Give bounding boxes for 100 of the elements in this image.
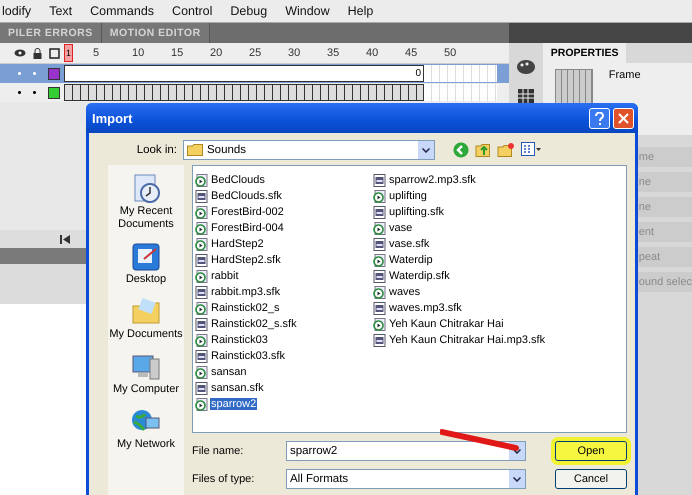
frame-number: 20	[210, 47, 224, 59]
file-type-label: Files of type:	[192, 473, 256, 485]
frame-number: 45	[405, 47, 418, 59]
file-item[interactable]: rabbit	[195, 268, 373, 284]
playhead[interactable]: 1	[64, 44, 73, 62]
file-item[interactable]: BedClouds.sfk	[195, 188, 373, 204]
menu-item[interactable]: lodify	[2, 4, 32, 18]
menu-item[interactable]: Text	[49, 4, 72, 18]
file-item[interactable]: vase	[373, 220, 551, 236]
menu-item[interactable]: Window	[285, 4, 330, 18]
place-shortcut[interactable]: My Documents	[109, 296, 183, 341]
lock-icon[interactable]	[33, 48, 42, 58]
audio-file-icon	[373, 190, 386, 202]
properties-tab[interactable]: PROPERTIES	[542, 43, 626, 63]
outline-icon[interactable]	[49, 48, 60, 58]
folder-icon	[187, 144, 203, 156]
chevron-down-icon	[422, 148, 430, 152]
audio-file-icon	[195, 366, 208, 378]
new-folder-icon[interactable]	[497, 142, 515, 158]
document-icon	[373, 302, 386, 314]
file-item[interactable]: sansan.sfk	[195, 380, 373, 396]
file-item[interactable]: vase.sfk	[373, 236, 551, 252]
menu-item[interactable]: Debug	[230, 4, 268, 18]
audio-file-icon	[195, 334, 208, 346]
file-item[interactable]: sparrow2.mp3.sfk	[373, 172, 551, 188]
menu-item[interactable]: Control	[172, 4, 212, 18]
frame-span: 0	[64, 65, 424, 82]
file-item[interactable]: waves	[373, 284, 551, 300]
place-shortcut[interactable]: My Network	[116, 406, 176, 451]
place-shortcut[interactable]: My Computer	[112, 351, 180, 396]
file-item[interactable]: Rainstick02_s.sfk	[195, 316, 373, 332]
chevron-down-icon	[513, 476, 521, 482]
audio-file-icon	[195, 238, 208, 250]
file-item[interactable]: Rainstick03	[195, 332, 373, 348]
file-name-field[interactable]: sparrow2	[286, 441, 526, 461]
audio-file-icon	[195, 302, 208, 314]
file-item[interactable]: HardStep2	[195, 236, 373, 252]
file-item[interactable]: Rainstick03.sfk	[195, 348, 373, 364]
view-menu-icon[interactable]	[521, 142, 541, 156]
audio-file-icon	[195, 206, 208, 218]
document-icon	[373, 174, 386, 186]
frame-number: 40	[366, 47, 380, 59]
close-icon	[618, 112, 629, 124]
help-icon	[595, 112, 604, 124]
file-item[interactable]: rabbit.mp3.sfk	[195, 284, 373, 300]
file-item[interactable]: sparrow2	[195, 396, 373, 412]
file-item[interactable]: waves.mp3.sfk	[373, 300, 551, 316]
palette-icon[interactable]	[516, 59, 536, 75]
file-item[interactable]: Waterdip	[373, 252, 551, 268]
first-frame-icon[interactable]	[60, 234, 70, 244]
document-icon	[195, 350, 208, 362]
frame-number: 50	[444, 47, 458, 59]
frame-number: 10	[132, 47, 146, 59]
file-item[interactable]: Waterdip.sfk	[373, 268, 551, 284]
place-shortcut[interactable]: My Recent Documents	[108, 173, 184, 231]
document-icon	[195, 190, 208, 202]
close-button[interactable]	[613, 108, 634, 128]
file-item[interactable]: uplifting.sfk	[373, 204, 551, 220]
audio-file-icon	[373, 318, 386, 330]
dot-icon	[33, 72, 36, 75]
look-in-dropdown[interactable]: Sounds	[183, 140, 435, 160]
file-item[interactable]: sansan	[195, 364, 373, 380]
menu-item[interactable]: Commands	[90, 4, 154, 18]
dot-icon	[18, 91, 21, 94]
up-folder-icon[interactable]	[475, 142, 491, 158]
file-item[interactable]: Yeh Kaun Chitrakar Hai.mp3.sfk	[373, 332, 551, 348]
frame-number: 35	[327, 47, 340, 59]
back-icon[interactable]	[453, 142, 469, 158]
layer-row[interactable]: 0	[0, 64, 509, 83]
file-type-dropdown[interactable]: All Formats	[286, 469, 526, 489]
place-shortcut[interactable]: Desktop	[126, 241, 166, 286]
file-item[interactable]: uplifting	[373, 188, 551, 204]
document-icon	[195, 318, 208, 330]
file-item[interactable]: BedClouds	[195, 172, 373, 188]
document-icon	[195, 286, 208, 298]
file-name-label: File name:	[192, 445, 244, 457]
file-item[interactable]: ForestBird-002	[195, 204, 373, 220]
frame-label: Frame	[608, 69, 641, 81]
document-icon	[195, 382, 208, 394]
file-item[interactable]: Yeh Kaun Chitrakar Hai	[373, 316, 551, 332]
audio-file-icon	[373, 286, 386, 298]
help-button[interactable]	[589, 108, 610, 128]
file-item[interactable]: Rainstick02_s	[195, 300, 373, 316]
cancel-button[interactable]: Cancel	[555, 469, 627, 489]
frame-number: 25	[249, 47, 262, 59]
audio-file-icon	[373, 222, 386, 234]
grid-icon[interactable]	[518, 89, 534, 103]
chevron-down-icon	[513, 448, 521, 454]
menu-item[interactable]: Help	[348, 4, 374, 18]
file-item[interactable]: HardStep2.sfk	[195, 252, 373, 268]
layer-row[interactable]	[0, 83, 509, 102]
frame-number: 15	[171, 47, 184, 59]
audio-file-icon	[195, 270, 208, 282]
dot-icon	[33, 91, 36, 94]
audio-file-icon	[195, 174, 208, 186]
eye-icon[interactable]	[14, 48, 26, 58]
file-item[interactable]: ForestBird-004	[195, 220, 373, 236]
audio-file-icon	[373, 254, 386, 266]
audio-file-icon	[195, 222, 208, 234]
audio-file-icon	[195, 398, 208, 410]
